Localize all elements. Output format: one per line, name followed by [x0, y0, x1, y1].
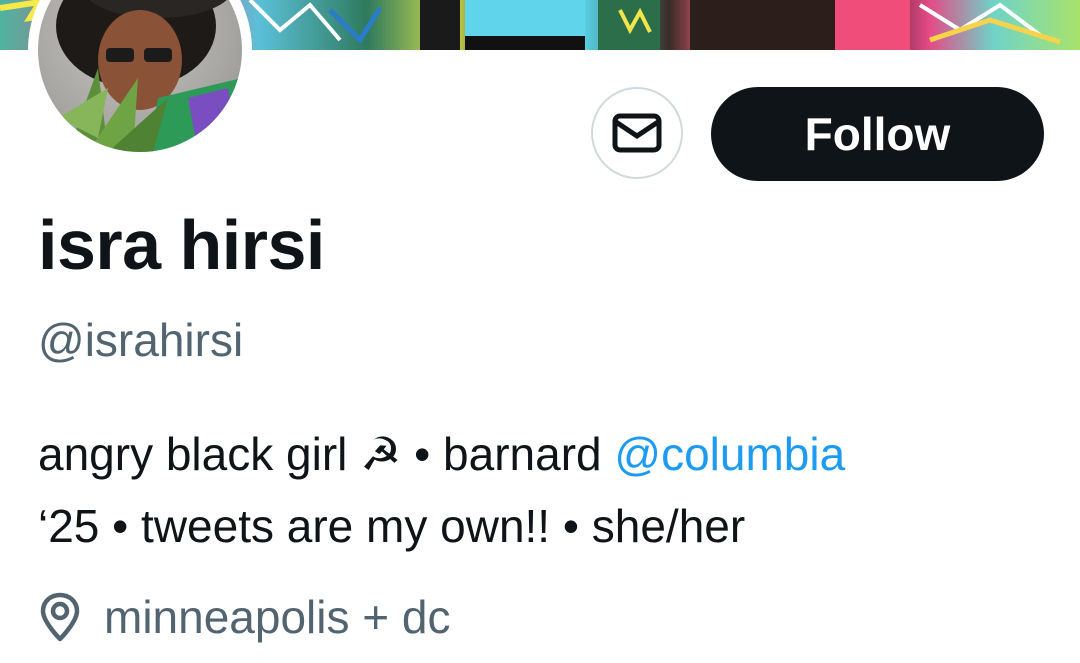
mail-icon	[612, 113, 662, 153]
profile-location: minneapolis + dc	[38, 590, 450, 644]
bio-line-2: ‘25 • tweets are my own!! • she/her	[38, 500, 746, 552]
profile-bio: angry black girl ☭ • barnard @columbia ‘…	[38, 418, 1048, 562]
bio-text-1: angry black girl	[38, 428, 348, 480]
bio-line-1: angry black girl ☭ • barnard @columbia	[38, 418, 1048, 490]
profile-page: Follow isra hirsi @israhirsi angry black…	[0, 0, 1080, 663]
avatar-image	[38, 0, 242, 152]
location-pin-icon	[40, 592, 80, 642]
user-handle: @israhirsi	[38, 314, 244, 366]
hammer-sickle-emoji: ☭	[360, 428, 402, 480]
message-button[interactable]	[591, 87, 683, 179]
mention-link-columbia[interactable]: @columbia	[614, 428, 845, 480]
profile-avatar[interactable]	[28, 0, 252, 162]
location-text: minneapolis + dc	[104, 591, 451, 643]
display-name: isra hirsi	[38, 206, 325, 284]
bio-text-2: • barnard	[401, 428, 615, 480]
follow-button[interactable]: Follow	[711, 87, 1044, 181]
